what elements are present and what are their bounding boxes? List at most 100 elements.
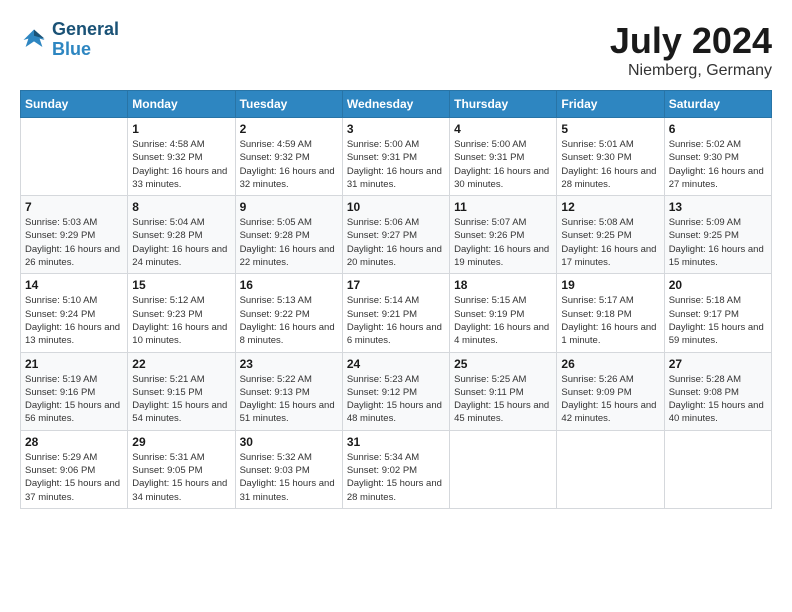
calendar-cell: 24 Sunrise: 5:23 AMSunset: 9:12 PMDayligh… bbox=[342, 352, 449, 430]
logo-line1: General bbox=[52, 20, 119, 40]
calendar-cell: 12Sunrise: 5:08 AMSunset: 9:25 PMDayligh… bbox=[557, 196, 664, 274]
day-info: Sunrise: 5:26 AMSunset: 9:09 PMDaylight:… bbox=[561, 373, 659, 426]
calendar-cell: 30 Sunrise: 5:32 AMSunset: 9:03 PMDayligh… bbox=[235, 430, 342, 508]
calendar-cell: 27 Sunrise: 5:28 AMSunset: 9:08 PMDayligh… bbox=[664, 352, 771, 430]
day-number: 1 bbox=[132, 122, 230, 136]
calendar-cell: 28 Sunrise: 5:29 AMSunset: 9:06 PMDayligh… bbox=[21, 430, 128, 508]
day-number: 27 bbox=[669, 357, 767, 371]
weekday-header: Friday bbox=[557, 91, 664, 118]
calendar-cell: 3 Sunrise: 5:00 AMSunset: 9:31 PMDaylight… bbox=[342, 118, 449, 196]
calendar-week-row: 7 Sunrise: 5:03 AMSunset: 9:29 PMDaylight… bbox=[21, 196, 772, 274]
calendar-cell: 15 Sunrise: 5:12 AMSunset: 9:23 PMDayligh… bbox=[128, 274, 235, 352]
calendar-cell: 2 Sunrise: 4:59 AMSunset: 9:32 PMDaylight… bbox=[235, 118, 342, 196]
day-number: 14 bbox=[25, 278, 123, 292]
calendar-cell: 26 Sunrise: 5:26 AMSunset: 9:09 PMDayligh… bbox=[557, 352, 664, 430]
calendar-table: SundayMondayTuesdayWednesdayThursdayFrid… bbox=[20, 90, 772, 509]
day-number: 2 bbox=[240, 122, 338, 136]
day-number: 4 bbox=[454, 122, 552, 136]
day-number: 22 bbox=[132, 357, 230, 371]
calendar-cell bbox=[450, 430, 557, 508]
day-info: Sunrise: 5:00 AMSunset: 9:31 PMDaylight:… bbox=[454, 138, 552, 191]
day-number: 3 bbox=[347, 122, 445, 136]
day-number: 5 bbox=[561, 122, 659, 136]
day-info: Sunrise: 5:06 AMSunset: 9:27 PMDaylight:… bbox=[347, 216, 445, 269]
calendar-cell: 4 Sunrise: 5:00 AMSunset: 9:31 PMDaylight… bbox=[450, 118, 557, 196]
weekday-header: Sunday bbox=[21, 91, 128, 118]
day-info: Sunrise: 5:03 AMSunset: 9:29 PMDaylight:… bbox=[25, 216, 123, 269]
day-number: 6 bbox=[669, 122, 767, 136]
day-info: Sunrise: 5:19 AMSunset: 9:16 PMDaylight:… bbox=[25, 373, 123, 426]
day-info: Sunrise: 5:32 AMSunset: 9:03 PMDaylight:… bbox=[240, 451, 338, 504]
weekday-header: Thursday bbox=[450, 91, 557, 118]
day-number: 31 bbox=[347, 435, 445, 449]
calendar-cell: 13 Sunrise: 5:09 AMSunset: 9:25 PMDayligh… bbox=[664, 196, 771, 274]
calendar-cell: 29Sunrise: 5:31 AMSunset: 9:05 PMDayligh… bbox=[128, 430, 235, 508]
weekday-header: Wednesday bbox=[342, 91, 449, 118]
day-info: Sunrise: 5:02 AMSunset: 9:30 PMDaylight:… bbox=[669, 138, 767, 191]
calendar-cell: 16 Sunrise: 5:13 AMSunset: 9:22 PMDayligh… bbox=[235, 274, 342, 352]
day-info: Sunrise: 5:21 AMSunset: 9:15 PMDaylight:… bbox=[132, 373, 230, 426]
calendar-week-row: 14 Sunrise: 5:10 AMSunset: 9:24 PMDayligh… bbox=[21, 274, 772, 352]
day-number: 30 bbox=[240, 435, 338, 449]
logo-icon bbox=[20, 26, 48, 54]
day-info: Sunrise: 5:28 AMSunset: 9:08 PMDaylight:… bbox=[669, 373, 767, 426]
day-info: Sunrise: 5:23 AMSunset: 9:12 PMDaylight:… bbox=[347, 373, 445, 426]
calendar-cell: 10Sunrise: 5:06 AMSunset: 9:27 PMDayligh… bbox=[342, 196, 449, 274]
day-info: Sunrise: 5:05 AMSunset: 9:28 PMDaylight:… bbox=[240, 216, 338, 269]
calendar-cell: 1 Sunrise: 4:58 AMSunset: 9:32 PMDaylight… bbox=[128, 118, 235, 196]
day-info: Sunrise: 5:25 AMSunset: 9:11 PMDaylight:… bbox=[454, 373, 552, 426]
day-number: 7 bbox=[25, 200, 123, 214]
location-title: Niemberg, Germany bbox=[610, 62, 772, 80]
day-info: Sunrise: 5:12 AMSunset: 9:23 PMDaylight:… bbox=[132, 294, 230, 347]
calendar-week-row: 1 Sunrise: 4:58 AMSunset: 9:32 PMDaylight… bbox=[21, 118, 772, 196]
calendar-cell: 31Sunrise: 5:34 AMSunset: 9:02 PMDayligh… bbox=[342, 430, 449, 508]
weekday-header-row: SundayMondayTuesdayWednesdayThursdayFrid… bbox=[21, 91, 772, 118]
weekday-header: Saturday bbox=[664, 91, 771, 118]
calendar-cell bbox=[664, 430, 771, 508]
weekday-header: Monday bbox=[128, 91, 235, 118]
day-number: 20 bbox=[669, 278, 767, 292]
calendar-cell: 23Sunrise: 5:22 AMSunset: 9:13 PMDayligh… bbox=[235, 352, 342, 430]
calendar-cell: 17Sunrise: 5:14 AMSunset: 9:21 PMDayligh… bbox=[342, 274, 449, 352]
day-info: Sunrise: 5:07 AMSunset: 9:26 PMDaylight:… bbox=[454, 216, 552, 269]
day-info: Sunrise: 5:10 AMSunset: 9:24 PMDaylight:… bbox=[25, 294, 123, 347]
day-number: 18 bbox=[454, 278, 552, 292]
calendar-cell: 8Sunrise: 5:04 AMSunset: 9:28 PMDaylight… bbox=[128, 196, 235, 274]
calendar-cell: 7 Sunrise: 5:03 AMSunset: 9:29 PMDaylight… bbox=[21, 196, 128, 274]
title-block: July 2024 Niemberg, Germany bbox=[610, 20, 772, 80]
day-info: Sunrise: 5:22 AMSunset: 9:13 PMDaylight:… bbox=[240, 373, 338, 426]
day-info: Sunrise: 5:04 AMSunset: 9:28 PMDaylight:… bbox=[132, 216, 230, 269]
calendar-cell: 11 Sunrise: 5:07 AMSunset: 9:26 PMDayligh… bbox=[450, 196, 557, 274]
calendar-cell: 14 Sunrise: 5:10 AMSunset: 9:24 PMDayligh… bbox=[21, 274, 128, 352]
calendar-cell: 5 Sunrise: 5:01 AMSunset: 9:30 PMDaylight… bbox=[557, 118, 664, 196]
day-info: Sunrise: 5:00 AMSunset: 9:31 PMDaylight:… bbox=[347, 138, 445, 191]
day-number: 15 bbox=[132, 278, 230, 292]
calendar-week-row: 28 Sunrise: 5:29 AMSunset: 9:06 PMDayligh… bbox=[21, 430, 772, 508]
day-info: Sunrise: 4:58 AMSunset: 9:32 PMDaylight:… bbox=[132, 138, 230, 191]
day-number: 26 bbox=[561, 357, 659, 371]
day-info: Sunrise: 5:13 AMSunset: 9:22 PMDaylight:… bbox=[240, 294, 338, 347]
calendar-cell: 18Sunrise: 5:15 AMSunset: 9:19 PMDayligh… bbox=[450, 274, 557, 352]
calendar-cell: 9Sunrise: 5:05 AMSunset: 9:28 PMDaylight… bbox=[235, 196, 342, 274]
day-number: 19 bbox=[561, 278, 659, 292]
day-number: 25 bbox=[454, 357, 552, 371]
calendar-cell: 6 Sunrise: 5:02 AMSunset: 9:30 PMDaylight… bbox=[664, 118, 771, 196]
day-info: Sunrise: 4:59 AMSunset: 9:32 PMDaylight:… bbox=[240, 138, 338, 191]
day-number: 13 bbox=[669, 200, 767, 214]
calendar-cell: 22 Sunrise: 5:21 AMSunset: 9:15 PMDayligh… bbox=[128, 352, 235, 430]
day-number: 11 bbox=[454, 200, 552, 214]
day-info: Sunrise: 5:29 AMSunset: 9:06 PMDaylight:… bbox=[25, 451, 123, 504]
day-number: 28 bbox=[25, 435, 123, 449]
month-title: July 2024 bbox=[610, 20, 772, 62]
day-number: 12 bbox=[561, 200, 659, 214]
day-info: Sunrise: 5:01 AMSunset: 9:30 PMDaylight:… bbox=[561, 138, 659, 191]
page-header: General Blue July 2024 Niemberg, Germany bbox=[20, 20, 772, 80]
day-number: 24 bbox=[347, 357, 445, 371]
day-info: Sunrise: 5:31 AMSunset: 9:05 PMDaylight:… bbox=[132, 451, 230, 504]
day-number: 21 bbox=[25, 357, 123, 371]
day-info: Sunrise: 5:09 AMSunset: 9:25 PMDaylight:… bbox=[669, 216, 767, 269]
calendar-cell: 20Sunrise: 5:18 AMSunset: 9:17 PMDayligh… bbox=[664, 274, 771, 352]
logo-line2: Blue bbox=[52, 40, 119, 60]
day-number: 16 bbox=[240, 278, 338, 292]
weekday-header: Tuesday bbox=[235, 91, 342, 118]
